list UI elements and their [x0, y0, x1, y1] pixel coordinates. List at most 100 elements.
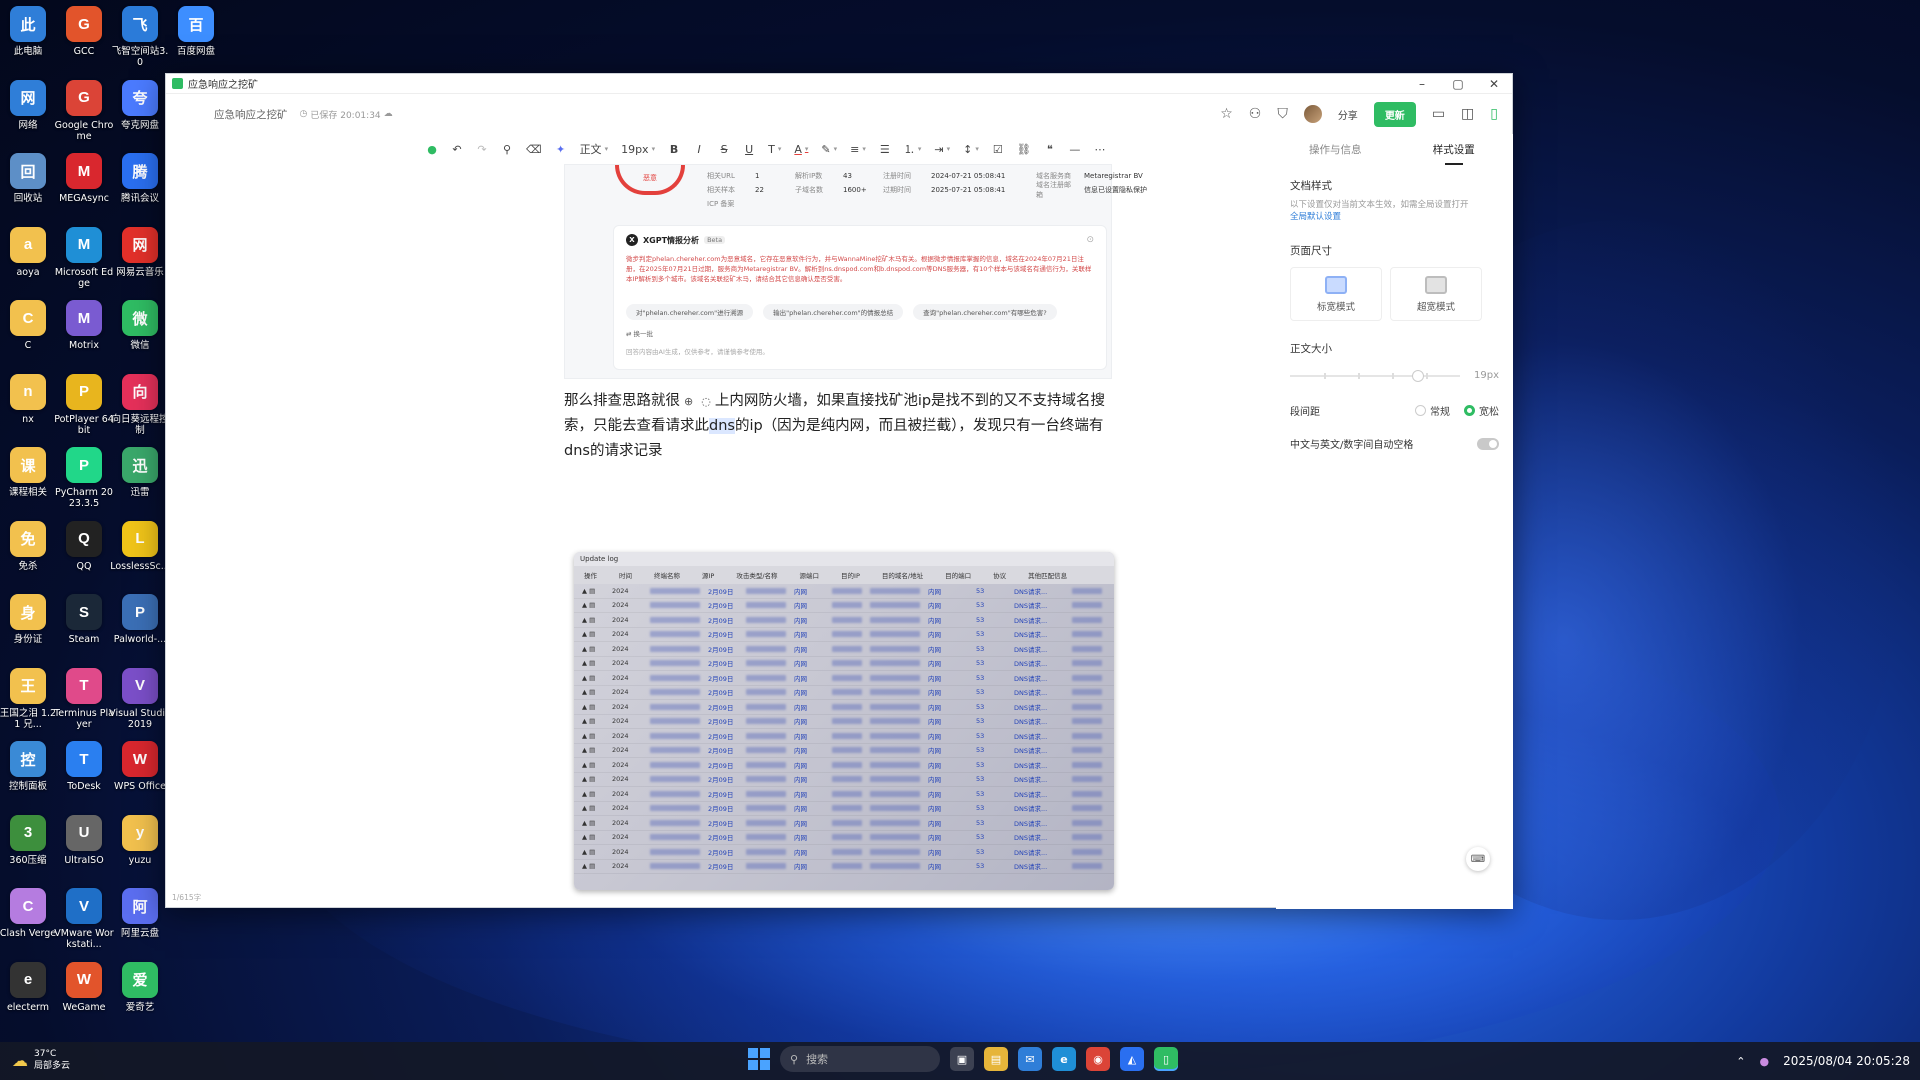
font-color-icon[interactable]: A [794, 143, 808, 156]
desktop-icon[interactable]: a aoya [0, 226, 58, 299]
font-size-slider[interactable] [1290, 369, 1460, 382]
checkbox-icon[interactable]: ☑ [992, 143, 1004, 156]
keyboard-icon[interactable]: ⌨ [1466, 847, 1490, 871]
desktop-icon[interactable]: G Google Chrome [54, 79, 114, 152]
desktop-icon[interactable]: n nx [0, 373, 58, 446]
suggestion-chip[interactable]: 查询"phelan.chereher.com"有哪些危害? [913, 304, 1057, 320]
indent-icon[interactable]: ⇥ [934, 143, 950, 156]
edge-taskbar-icon[interactable]: e [1052, 1047, 1076, 1071]
desktop-icon[interactable]: 阿阿里云盘 [110, 888, 170, 960]
panel-toggle-icon[interactable]: ▯ [1490, 106, 1498, 122]
redo-icon[interactable]: ↷ [476, 143, 488, 156]
desktop-icon[interactable]: T Terminus Player [54, 667, 114, 740]
tencent-meeting-taskbar-icon[interactable]: ◭ [1120, 1047, 1144, 1071]
body-paragraph[interactable]: 那么排查思路就很 ⊕ ◌ 上内网防火墙，如果直接找矿池ip是找不到的又不支持域名搜索，… [564, 389, 1124, 464]
taskbar-clock[interactable]: 2025/08/04 20:05:28 [1783, 1054, 1910, 1068]
desktop-icon[interactable]: S Steam [54, 594, 114, 666]
bookmark-icon[interactable]: ⛉ [1277, 106, 1288, 122]
desktop-icon[interactable]: 网网易云音乐 [110, 226, 170, 299]
clear-format-icon[interactable]: ⌫ [526, 143, 542, 156]
mail-icon[interactable]: ✉ [1018, 1047, 1042, 1071]
weather-widget[interactable]: ☁ 37°C 局部多云 [12, 1048, 70, 1072]
desktop-icon[interactable]: 回回收站 [0, 153, 58, 225]
highlight-icon[interactable]: ✎ [821, 143, 837, 156]
desktop-icon[interactable]: V VMware Workstati... [54, 888, 114, 960]
line-spacing-icon[interactable]: ↕ [963, 143, 979, 156]
paragraph-style-dropdown[interactable]: 正文 [580, 141, 609, 157]
desktop-icon[interactable]: G GCC [54, 6, 114, 78]
spacing-loose-radio[interactable]: 宽松 [1464, 403, 1499, 418]
minimize-button[interactable]: – [1404, 74, 1440, 94]
desktop-icon[interactable]: M Microsoft Edge [54, 226, 114, 299]
tab-info[interactable]: 操作与信息 [1276, 142, 1395, 157]
collapse-icon[interactable]: ⊙ [1086, 235, 1094, 245]
desktop-icon[interactable]: P PotPlayer 64 bit [54, 373, 114, 446]
template-icon[interactable]: ✦ [555, 143, 567, 156]
share-button[interactable]: 分享 [1338, 107, 1358, 122]
update-button[interactable]: 更新 [1373, 101, 1416, 127]
desktop-icon[interactable]: V Visual Studio 2019 [109, 667, 171, 740]
desktop-icon[interactable]: CC [0, 300, 58, 372]
maximize-button[interactable]: ▢ [1440, 74, 1476, 94]
desktop-icon[interactable]: T ToDesk [54, 741, 114, 813]
desktop-icon[interactable]: 迅迅雷 [110, 447, 170, 519]
desktop-icon[interactable]: 课课程相关 [0, 447, 58, 519]
desktop-icon[interactable]: U UltraISO [54, 814, 114, 887]
chrome-taskbar-icon[interactable]: ◉ [1086, 1047, 1110, 1071]
undo-icon[interactable]: ↶ [451, 143, 463, 156]
desktop-icon[interactable]: 免免杀 [0, 520, 58, 593]
desktop-icon[interactable]: 微微信 [110, 300, 170, 372]
tray-app-icon[interactable]: ● [1760, 1055, 1770, 1068]
desktop-icon[interactable]: 此此电脑 [0, 6, 58, 78]
auto-space-toggle[interactable] [1477, 437, 1499, 450]
desktop-icon[interactable]: C Clash Verge [0, 888, 58, 960]
firewall-log-screenshot[interactable]: Update log 操作 时间 终端名称 源IP 攻击类型/名称 源端口 目的IP 目的域名… [574, 552, 1114, 890]
divider-icon[interactable]: — [1069, 143, 1081, 156]
underline-button[interactable]: U [743, 143, 755, 156]
file-explorer-icon[interactable]: ▤ [984, 1047, 1008, 1071]
desktop-icon[interactable]: W WeGame [54, 961, 114, 1034]
numbered-list-icon[interactable]: ⒈ [904, 141, 922, 157]
desktop-icon[interactable]: 王王国之泪 1.21 兄... [0, 667, 58, 740]
desktop-icon[interactable]: M MEGAsync [54, 153, 114, 225]
desktop-icon[interactable]: 夸夸克网盘 [110, 79, 170, 152]
start-icon[interactable] [748, 1048, 770, 1070]
bold-button[interactable]: B [668, 143, 680, 156]
desktop-icon[interactable]: 向向日葵远程控制 [110, 373, 170, 446]
desktop-icon[interactable]: W WPS Office [110, 741, 170, 813]
avatar[interactable] [1303, 105, 1322, 123]
add-collaborator-icon[interactable]: ⚇ [1249, 106, 1262, 122]
global-settings-link[interactable]: 全局默认设置 [1290, 212, 1341, 222]
quote-icon[interactable]: ❝ [1044, 143, 1056, 156]
task-view-icon[interactable]: ▣ [950, 1047, 974, 1071]
swap-suggestions[interactable]: ⇄ 换一批 [626, 328, 1094, 338]
desktop-icon[interactable]: P Palworld-... [110, 594, 170, 666]
desktop-icon[interactable]: P PyCharm 2023.3.5 [54, 447, 114, 519]
tray-chevron-icon[interactable]: ⌃ [1736, 1055, 1745, 1068]
desktop-icon[interactable]: 3 360压缩 [0, 814, 58, 887]
desktop-icon[interactable]: e electerm [0, 961, 58, 1034]
slider-knob[interactable] [1411, 369, 1424, 382]
format-painter-icon[interactable]: ⚲ [501, 143, 513, 156]
align-icon[interactable]: ≡ [850, 143, 866, 156]
standard-width-mode[interactable]: 标宽模式 [1290, 267, 1382, 321]
desktop-icon[interactable]: y yuzu [110, 814, 170, 887]
bullet-list-icon[interactable]: ☰ [879, 143, 891, 156]
star-icon[interactable]: ☆ [1220, 106, 1233, 122]
desktop-icon[interactable]: 网网络 [0, 79, 58, 152]
suggestion-chip[interactable]: 输出"phelan.chereher.com"的情报总结 [763, 304, 904, 320]
desktop-icon[interactable]: 爱爱奇艺 [110, 961, 170, 1034]
desktop-icon[interactable]: 身身份证 [0, 594, 58, 666]
doc-title[interactable]: 应急响应之挖矿 [214, 107, 288, 122]
ai-icon[interactable]: ● [426, 143, 438, 156]
desktop-icon[interactable]: 腾腾讯会议 [110, 153, 170, 225]
close-button[interactable]: ✕ [1476, 74, 1512, 94]
suggestion-chip[interactable]: 对"phelan.chereher.com"进行溯源 [626, 304, 754, 320]
desktop-icon[interactable]: Q QQ [54, 520, 114, 593]
italic-button[interactable]: I [693, 143, 705, 156]
comment-icon[interactable]: ▭ [1432, 106, 1445, 122]
desktop-icon[interactable]: 控控制面板 [0, 741, 58, 813]
desktop-icon[interactable]: L LosslessSc... [110, 520, 170, 593]
spacing-normal-radio[interactable]: 常规 [1415, 403, 1450, 418]
link-icon[interactable]: ⛓ [1017, 143, 1031, 156]
